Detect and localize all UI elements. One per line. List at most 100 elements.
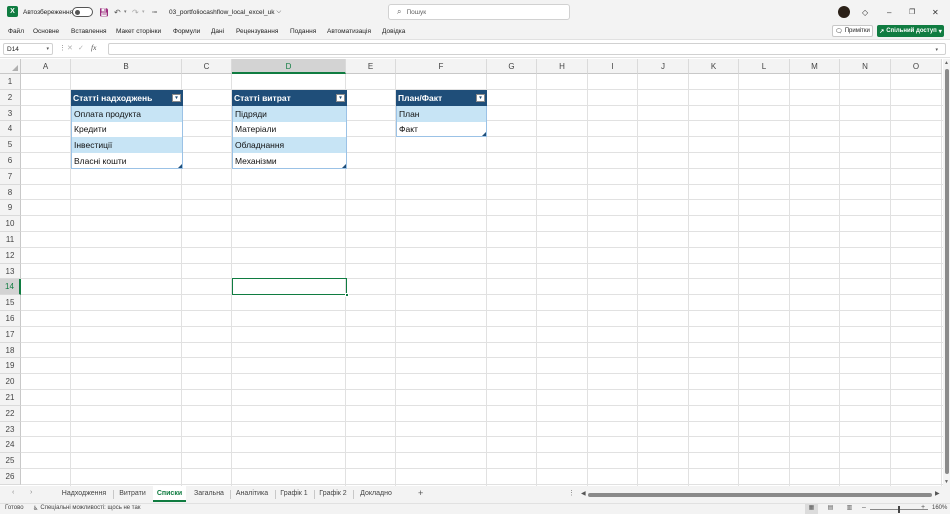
scroll-left-icon[interactable]: ◀: [581, 490, 586, 497]
formula-input[interactable]: ▾: [108, 43, 946, 55]
table-cell[interactable]: Матеріали: [232, 121, 347, 138]
column-header-e[interactable]: E: [346, 59, 396, 74]
row-header-20[interactable]: 20: [0, 374, 21, 390]
row-header-24[interactable]: 24: [0, 437, 21, 454]
page-layout-view-icon[interactable]: ▤: [824, 504, 837, 514]
redo-dropdown-icon[interactable]: ▾: [142, 0, 145, 24]
tab-home[interactable]: Основне: [33, 24, 59, 39]
notes-button[interactable]: 🗨︎ Примітки: [832, 25, 873, 37]
table-cell[interactable]: План: [396, 105, 487, 122]
row-header-9[interactable]: 9: [0, 200, 21, 217]
customize-toolbar-icon[interactable]: ⩴: [152, 0, 157, 24]
column-header-a[interactable]: A: [21, 59, 71, 74]
select-all-button[interactable]: [0, 59, 21, 74]
cancel-icon[interactable]: ✕: [67, 44, 73, 52]
column-header-k[interactable]: K: [689, 59, 739, 74]
row-header-14[interactable]: 14: [0, 279, 21, 296]
row-header-7[interactable]: 7: [0, 168, 21, 185]
column-header-g[interactable]: G: [487, 59, 537, 74]
row-header-22[interactable]: 22: [0, 405, 21, 422]
sheet-tab-income[interactable]: Надходження: [58, 486, 110, 502]
tab-insert[interactable]: Вставлення: [71, 24, 107, 39]
row-header-13[interactable]: 13: [0, 263, 21, 280]
diamond-icon[interactable]: ◇: [862, 0, 868, 24]
sheet-tab-details[interactable]: Докладно: [356, 486, 396, 502]
page-break-view-icon[interactable]: ▥: [843, 504, 856, 514]
filter-dropdown-icon[interactable]: ▾: [172, 94, 181, 102]
row-header-11[interactable]: 11: [0, 232, 21, 248]
sheet-tab-analytics[interactable]: Аналітика: [233, 486, 271, 502]
search-input[interactable]: ⌕ Пошук: [388, 4, 570, 20]
insert-function-icon[interactable]: fx: [91, 43, 96, 52]
column-header-m[interactable]: M: [790, 59, 840, 74]
chevron-left-icon[interactable]: ‹: [12, 489, 14, 496]
fill-handle[interactable]: [345, 293, 349, 298]
share-button[interactable]: ↗ Спільний доступ ▾: [877, 25, 944, 37]
undo-dropdown-icon[interactable]: ▾: [124, 0, 127, 24]
document-title[interactable]: 03_portfoliocashflow_local_excel_uk ⌵: [169, 0, 281, 24]
scrollbar-thumb[interactable]: [944, 69, 949, 474]
zoom-in-icon[interactable]: +: [921, 504, 925, 511]
row-header-4[interactable]: 4: [0, 121, 21, 138]
more-options-icon[interactable]: ⋮: [568, 489, 575, 497]
tab-automate[interactable]: Автоматизація: [327, 24, 371, 39]
tab-review[interactable]: Рецензування: [236, 24, 278, 39]
column-header-h[interactable]: H: [537, 59, 588, 74]
check-icon[interactable]: ✓: [78, 44, 84, 52]
normal-view-icon[interactable]: ▦: [805, 504, 818, 514]
autosave-toggle[interactable]: [72, 7, 93, 17]
table-header-planfact[interactable]: План/Факт ▾: [396, 90, 487, 106]
table-cell[interactable]: Підряди: [232, 105, 347, 122]
row-header-26[interactable]: 26: [0, 469, 21, 485]
zoom-out-icon[interactable]: –: [862, 504, 866, 511]
name-box[interactable]: D14 ▾: [3, 43, 53, 55]
tab-view[interactable]: Подання: [290, 24, 316, 39]
zoom-slider-thumb[interactable]: [898, 506, 900, 513]
column-header-i[interactable]: I: [588, 59, 638, 74]
row-header-18[interactable]: 18: [0, 342, 21, 359]
table-cell-last[interactable]: Механізми: [232, 153, 347, 169]
row-header-1[interactable]: 1: [0, 74, 21, 90]
row-header-16[interactable]: 16: [0, 311, 21, 327]
column-header-o[interactable]: O: [891, 59, 942, 74]
scroll-right-icon[interactable]: ▶: [935, 490, 940, 497]
zoom-level[interactable]: 160%: [932, 505, 947, 511]
tab-data[interactable]: Дані: [211, 24, 224, 39]
row-header-25[interactable]: 25: [0, 453, 21, 469]
maximize-icon[interactable]: ❐: [909, 0, 915, 24]
table-cell[interactable]: Оплата продукта: [71, 105, 183, 122]
save-icon[interactable]: 💾︎: [99, 0, 109, 24]
column-header-l[interactable]: L: [739, 59, 790, 74]
vertical-scrollbar[interactable]: ▲ ▼: [943, 59, 950, 486]
undo-icon[interactable]: ↶: [114, 0, 121, 24]
minimize-icon[interactable]: –: [887, 0, 891, 24]
tab-file[interactable]: Файл: [8, 24, 24, 39]
row-header-3[interactable]: 3: [0, 105, 21, 122]
close-icon[interactable]: ✕: [932, 0, 939, 24]
row-header-2[interactable]: 2: [0, 89, 21, 106]
row-header-21[interactable]: 21: [0, 390, 21, 406]
tab-page-layout[interactable]: Макет сторінки: [116, 24, 161, 39]
row-header-17[interactable]: 17: [0, 326, 21, 343]
table-cell[interactable]: Кредити: [71, 121, 183, 138]
row-header-15[interactable]: 15: [0, 295, 21, 311]
tab-help[interactable]: Довідка: [382, 24, 405, 39]
redo-icon[interactable]: ↷: [132, 0, 139, 24]
sheet-tab-general[interactable]: Загальна: [190, 486, 228, 502]
worksheet-grid[interactable]: ABCDEFGHIJKLMNO 1 2 3 4 5 6 7 8 9 10 11 12 13 14 15 16 1…: [0, 59, 943, 486]
column-header-d[interactable]: D: [232, 59, 346, 74]
table-header-expenses[interactable]: Статті витрат ▾: [232, 90, 347, 106]
table-cell[interactable]: Інвестиції: [71, 137, 183, 154]
row-header-12[interactable]: 12: [0, 247, 21, 264]
chevron-right-icon[interactable]: ›: [30, 489, 32, 496]
table-cell[interactable]: Обладнання: [232, 137, 347, 154]
table-resize-handle[interactable]: [342, 163, 346, 168]
scroll-up-icon[interactable]: ▲: [944, 60, 949, 66]
horizontal-scrollbar-thumb[interactable]: [588, 493, 932, 497]
expand-icon[interactable]: ▾: [935, 47, 938, 53]
row-header-10[interactable]: 10: [0, 216, 21, 232]
row-header-19[interactable]: 19: [0, 358, 21, 375]
accessibility-status[interactable]: ♿︎ Спеціальні можливості: щось не так: [33, 505, 140, 512]
tab-formulas[interactable]: Формули: [173, 24, 200, 39]
sheet-tab-expenses[interactable]: Витрати: [116, 486, 149, 502]
